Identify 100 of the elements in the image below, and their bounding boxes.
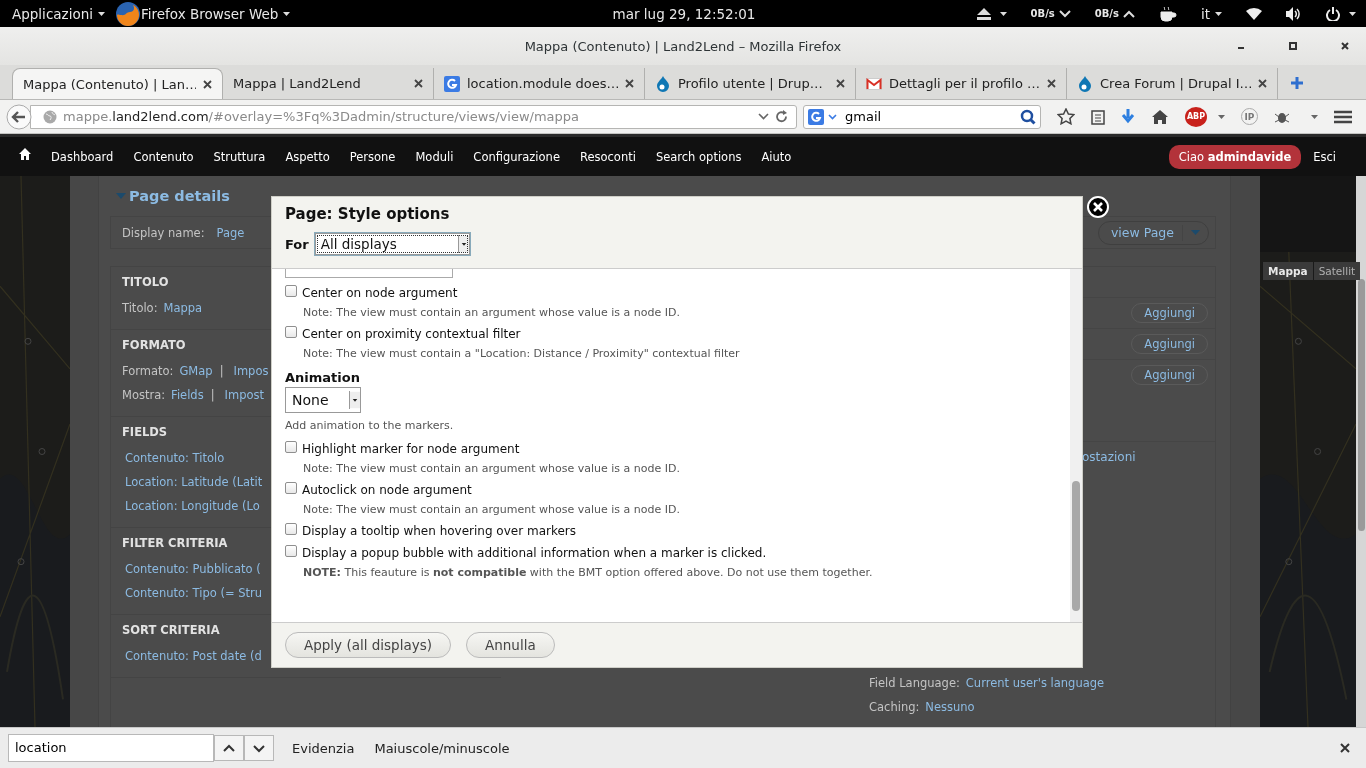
help-text: Add animation to the markers. [285,419,455,432]
checkbox-label[interactable]: Highlight marker for node argument [302,442,520,456]
address-bar[interactable]: mappe.land2lend.com/#overlay=%3Fq%3Dadmin/structure/views/view/mappa [30,104,797,129]
checkbox[interactable] [285,523,297,535]
toolbar-link[interactable]: Dashboard [51,149,114,164]
checkbox-label[interactable]: Display a popup bubble with additional information when a marker is clicked. [302,546,767,560]
logout-link[interactable]: Esci [1313,149,1336,164]
setting-link[interactable]: Current user's language [965,676,1105,690]
menu-icon[interactable] [1334,109,1352,124]
toolbar-link[interactable]: Contenuto [133,149,194,164]
back-button[interactable] [6,103,32,130]
browser-tab[interactable]: Dettagli per il profilo … [856,68,1067,99]
field-link[interactable]: Location: Latitude (Latit [125,474,263,498]
toolbar-link[interactable]: Aspetto [285,149,330,164]
reload-icon[interactable] [775,110,788,123]
field-link[interactable]: Location: Longitude (Lo [125,498,260,522]
field-label: For [285,236,309,252]
chevron-down-icon[interactable] [758,113,769,120]
toolbar-link[interactable]: Resoconti [579,149,636,164]
toolbar-link[interactable]: Configurazione [473,149,560,164]
app-menu[interactable]: Firefox Browser Web [141,5,291,22]
caret-icon [1311,114,1318,119]
next-button[interactable] [244,735,274,761]
eject-icon[interactable] [976,7,991,20]
checkbox[interactable] [285,441,297,453]
coffee-cup-icon[interactable] [1158,5,1177,22]
checkbox-label[interactable]: Center on proximity contextual filter [302,327,521,341]
separator: | [210,387,215,404]
dropdown-field[interactable] [285,269,453,278]
checkbox[interactable] [285,545,297,557]
dialog-button[interactable]: Apply (all displays) [285,632,451,658]
setting-link[interactable]: Nessuno [925,700,975,714]
search-icon[interactable] [1020,108,1036,125]
new-tab-icon[interactable] [1290,76,1304,90]
dialog-button[interactable]: Annulla [466,632,555,658]
scrollbar[interactable] [1070,269,1082,622]
browser-tab[interactable]: Crea Forum | Drupal I… [1067,68,1278,99]
toolbar-link[interactable]: Moduli [415,149,454,164]
keyboard-layout-menu[interactable]: it [1200,5,1222,22]
display-name-link[interactable]: Page [216,225,245,240]
close-icon[interactable] [1340,743,1350,753]
setting-link[interactable]: Fields [171,387,204,411]
browser-tab[interactable]: Mappa (Contenuto) | Lan… [12,68,223,99]
home-icon[interactable] [1151,108,1169,125]
section-toggle[interactable]: Page details [129,188,230,204]
wifi-icon[interactable] [1246,7,1262,20]
close-icon[interactable] [414,79,423,88]
previous-button[interactable] [214,735,244,761]
checkbox-label[interactable]: Center on node argument [302,286,458,300]
setting-link[interactable]: Mappa [163,300,203,324]
close-icon[interactable] [836,79,845,88]
home-icon[interactable] [19,147,31,160]
highlight-button[interactable]: Evidenzia [282,740,365,756]
close-icon[interactable] [1047,79,1056,88]
maximize-icon[interactable] [1289,42,1297,50]
adblock-badge[interactable]: ABP [1185,106,1207,127]
close-icon[interactable] [1258,79,1267,88]
section-heading: SORT CRITERIA [122,622,220,639]
checkbox-label[interactable]: Display a tooltip when hovering over markers [302,524,576,538]
browser-tab[interactable]: Mappa | Land2Lend [223,68,434,99]
field-link[interactable]: Contenuto: Post date (d [125,648,262,672]
checkbox[interactable] [285,326,297,338]
checkbox[interactable] [285,482,297,494]
clipboard-icon[interactable] [1091,108,1105,125]
toolbar-link[interactable]: Struttura [213,149,266,164]
download-icon[interactable] [1121,108,1135,125]
close-icon[interactable] [203,79,212,89]
setting-link[interactable]: Impost [224,387,264,411]
toolbar-link[interactable]: Search options [655,149,742,164]
display-select[interactable]: All displays [314,233,470,255]
star-icon[interactable] [1057,108,1075,125]
clock[interactable]: mar lug 29, 12:52:01 [612,5,756,22]
close-icon[interactable] [1341,42,1349,50]
find-field[interactable]: location [8,734,214,762]
tab-title: Crea Forum | Drupal I… [1100,76,1251,91]
browser-tab[interactable]: Profilo utente | Drup… [645,68,856,99]
chevron-down-icon [828,113,837,120]
match-case-button[interactable]: Maiuscole/minuscole [364,740,520,756]
toolbar-link[interactable]: Aiuto [761,149,792,164]
search-bar[interactable]: gmail [803,104,1041,129]
globe-icon [43,109,57,124]
browser-tab[interactable]: location.module does… [434,68,645,99]
toolbar-link[interactable]: Persone [349,149,396,164]
animation-select[interactable]: None [285,387,361,413]
map-type-button[interactable]: Mappa [1262,262,1313,280]
help-text: Note: The view must contain an argument whose value is a node ID. [303,306,681,319]
power-icon[interactable] [1326,6,1340,21]
close-icon[interactable] [625,79,634,88]
field-link[interactable]: Contenuto: Tipo (= Stru [125,585,263,609]
checkbox[interactable] [285,285,297,297]
checkbox-label[interactable]: Autoclick on node argument [302,483,472,497]
activities-menu[interactable]: Applicazioni [12,5,105,22]
setting-link[interactable]: ostazioni [1082,450,1136,464]
volume-icon[interactable] [1286,6,1302,21]
setting-link[interactable]: GMap [179,363,213,387]
scrollbar[interactable] [1356,176,1366,727]
setting-link[interactable]: Impos [233,363,269,387]
field-link[interactable]: Contenuto: Pubblicato ( [125,561,261,585]
user-button[interactable]: Ciao admindavide [1168,144,1302,169]
field-link[interactable]: Contenuto: Titolo [125,450,225,474]
